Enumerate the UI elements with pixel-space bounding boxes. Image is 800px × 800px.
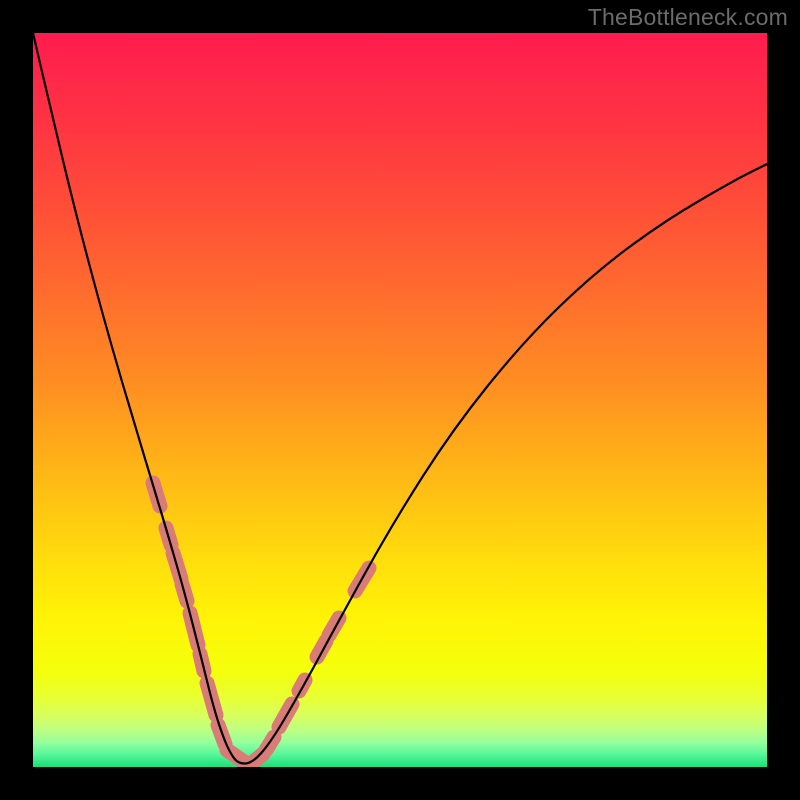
curve-layer <box>33 33 767 767</box>
bottleneck-curve <box>33 33 767 764</box>
outer-frame: TheBottleneck.com <box>0 0 800 800</box>
watermark-text: TheBottleneck.com <box>588 4 788 31</box>
plot-area <box>33 33 767 767</box>
